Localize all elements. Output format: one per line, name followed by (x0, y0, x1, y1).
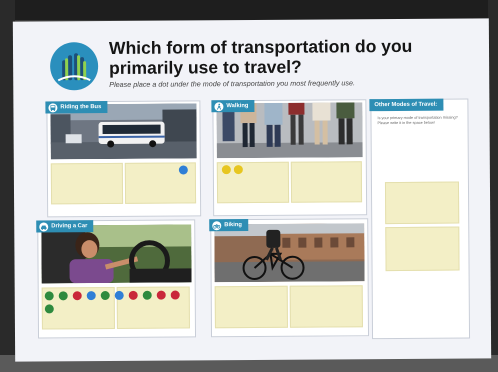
other-modes-description: Is your primary mode of transportation m… (377, 115, 458, 126)
blue-vote-dot (114, 290, 124, 300)
blue-vote-dot (86, 291, 96, 301)
bus-sticky-notes (50, 162, 197, 205)
red-vote-dot (170, 290, 180, 300)
page-subtitle: Please place a dot under the mode of tra… (109, 78, 356, 89)
red-vote-dot (156, 290, 166, 300)
green-vote-dot (44, 304, 54, 314)
walking-icon (214, 101, 224, 111)
car-photo (41, 224, 192, 284)
sticky-note (289, 285, 363, 328)
green-vote-dot (142, 290, 152, 300)
biking-photo (214, 223, 365, 283)
biking-label: Biking (209, 219, 249, 232)
green-vote-dot (100, 290, 110, 301)
other-modes-card: Other Modes of Travel: Is your primary m… (369, 98, 471, 340)
other-modes-label: Other Modes of Travel: (369, 98, 444, 112)
biking-sticky-notes (214, 285, 363, 329)
bus-icon (48, 102, 58, 112)
bus-card: Riding the Bus (45, 100, 202, 218)
bicycle-icon (212, 220, 222, 230)
yellow-vote-dot (221, 165, 231, 175)
blue-vote-dot (178, 165, 188, 175)
green-vote-dot (58, 291, 68, 301)
sticky-note (290, 161, 363, 203)
walking-card: Walking (211, 99, 368, 217)
car-vote-dots (44, 290, 191, 314)
walking-vote-dots (221, 165, 262, 175)
sticky-note (50, 162, 123, 205)
car-icon (39, 221, 49, 231)
walking-label: Walking (211, 99, 255, 113)
page-title: Which form of transportation do you prim… (108, 35, 413, 78)
car-card: Driving a Car (36, 219, 197, 339)
yellow-vote-dot (233, 165, 243, 175)
sticky-note (214, 285, 288, 329)
bus-label: Riding the Bus (45, 101, 108, 114)
red-vote-dot (128, 290, 138, 300)
biking-card: Biking (209, 218, 370, 338)
car-label: Driving a Car (36, 220, 94, 233)
bus-vote-dots (178, 165, 193, 175)
sticky-note (384, 181, 460, 225)
red-vote-dot (72, 291, 82, 301)
top-dark-edge (0, 0, 498, 20)
survey-poster: Which form of transportation do you prim… (12, 18, 492, 362)
raised-hands-logo-icon (49, 42, 99, 91)
sticky-note (385, 226, 460, 272)
green-vote-dot (44, 291, 54, 301)
